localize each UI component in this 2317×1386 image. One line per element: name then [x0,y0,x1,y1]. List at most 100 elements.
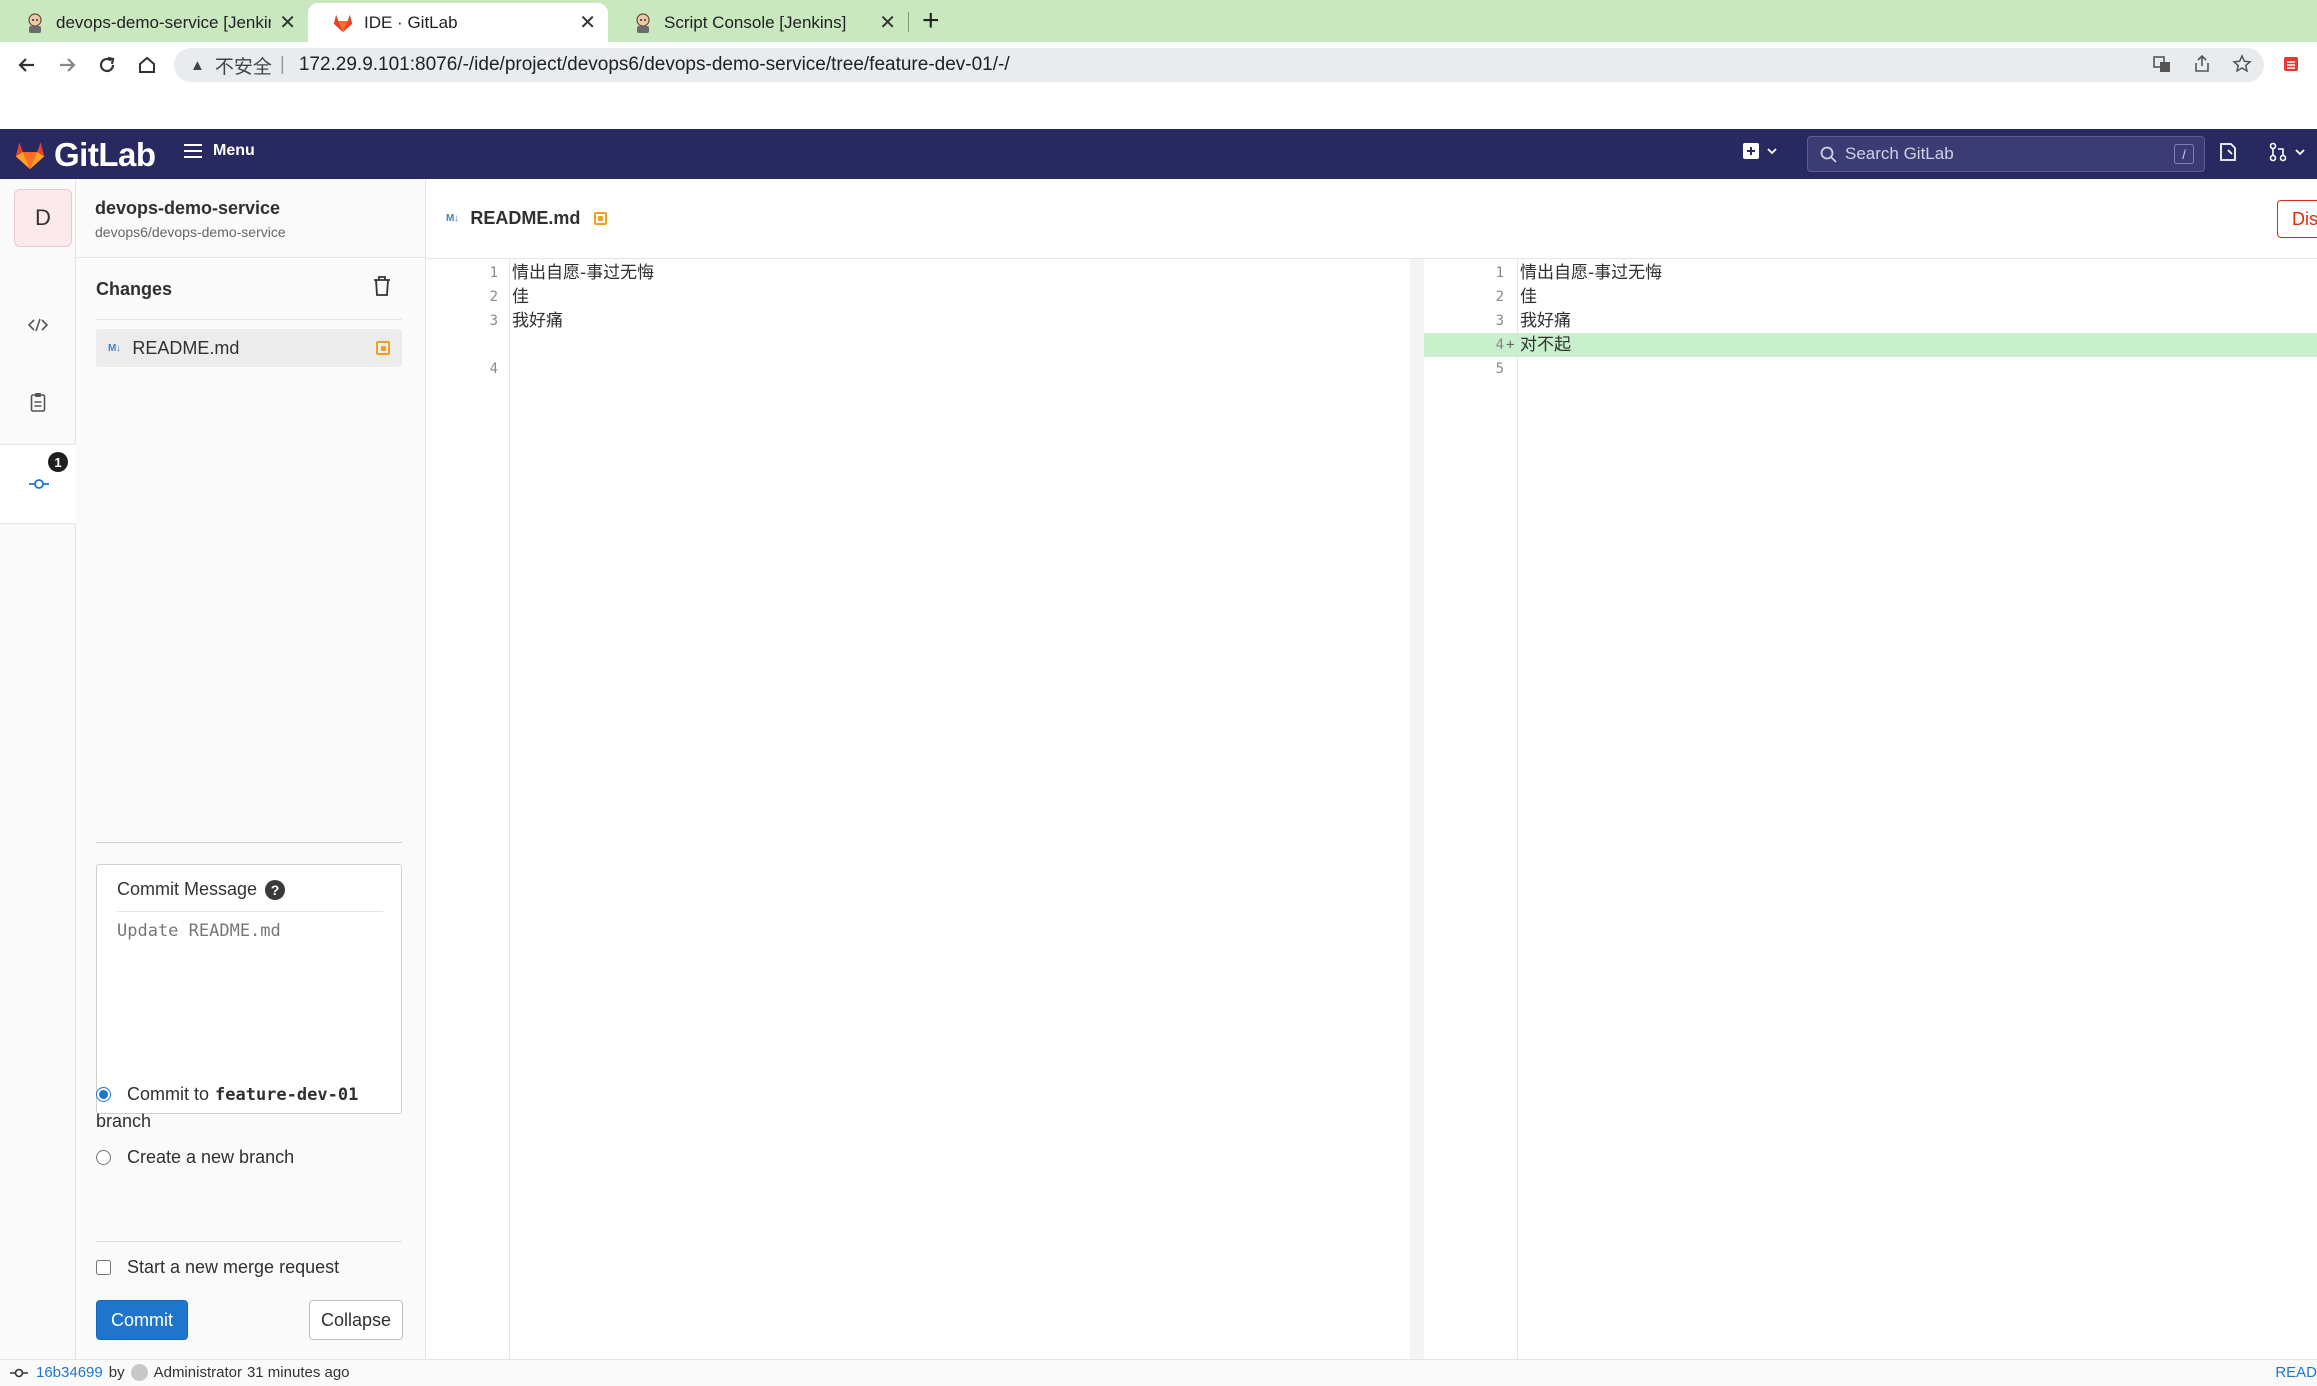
new-tab-button[interactable]: + [922,6,940,36]
code-line: 4 [426,357,1410,381]
security-label: 不安全 [214,56,272,78]
browser-tab-jenkins-service[interactable]: devops-demo-service [Jenkins] ✕ [0,3,308,42]
project-avatar[interactable]: D [14,189,72,247]
code-line: 2 佳 [1424,285,2317,309]
commit-to-branch-radio[interactable] [96,1087,111,1102]
url-text: 172.29.9.101:8076/-/ide/project/devops6/… [298,54,1010,75]
diff-original-pane[interactable]: 1 情出自愿-事过无悔 2 佳 3 我好痛 4 [426,259,1410,1359]
search-placeholder: Search GitLab [1845,144,1954,163]
line-number: 1 [489,265,498,281]
diff-modified-pane[interactable]: 1 情出自愿-事过无悔 2 佳 3 我好痛 4 + 对不起 5 [1410,259,2317,1359]
browser-toolbar: ▲ 不安全 | 172.29.9.101:8076/-/ide/project/… [0,42,2317,88]
gitlab-logo[interactable]: GitLab [12,136,156,174]
commit-mode-button[interactable]: 1 [0,444,77,524]
plus-square-icon [1743,143,1759,159]
merge-request-label: Start a new merge request [127,1257,340,1277]
trash-icon [374,276,390,296]
browser-tab-gitlab-ide[interactable]: IDE · GitLab ✕ [308,3,608,42]
branch-suffix-label: branch [96,1111,152,1131]
gitlab-icon [333,14,353,32]
project-path: devops6/devops-demo-service [95,224,286,240]
commit-to-branch-option[interactable]: Commit to feature-dev-01 [96,1084,358,1105]
close-icon[interactable]: ✕ [279,10,296,35]
main-menu-button[interactable]: Menu [183,142,255,160]
line-number-gutter [1424,259,1518,1359]
author-avatar [130,1364,148,1381]
edit-mode-button[interactable] [0,295,76,355]
ide-activity-bar: D 1 [0,179,77,1359]
address-bar[interactable]: ▲ 不安全 | 172.29.9.101:8076/-/ide/project/… [174,48,2264,82]
code-line: 2 佳 [426,285,1410,309]
merge-request-icon [2269,142,2287,162]
merge-request-checkbox[interactable] [96,1260,111,1275]
line-number: 2 [489,289,498,305]
search-icon [1820,146,1837,163]
new-branch-radio[interactable] [96,1150,111,1165]
commit-icon [28,479,49,489]
code-line-added: 4 + 对不起 [1424,333,2317,357]
discard-all-button[interactable] [373,275,391,302]
merge-requests-dropdown[interactable] [2268,142,2306,162]
reload-button[interactable] [92,50,122,80]
line-number: 4 [1495,337,1504,353]
editor-tab-label: README.md [470,208,581,228]
editor-tab-readme[interactable]: M↓ README.md [446,208,608,229]
collapse-button[interactable]: Collapse [309,1300,403,1340]
line-number-gutter [426,259,510,1359]
discard-changes-button[interactable]: Discard [2277,200,2317,238]
last-commit-info: 16b34699 by Administrator 31 minutes ago [10,1364,350,1381]
home-button[interactable] [132,50,162,80]
reload-icon [99,56,115,73]
changed-file-name: README.md [132,337,240,358]
changed-file-item[interactable]: M↓ README.md [96,329,402,367]
extension-icon[interactable] [2277,50,2305,78]
code-line: 1 情出自愿-事过无悔 [426,261,1410,285]
line-number: 3 [1495,313,1504,329]
line-text: 情出自愿-事过无悔 [512,263,655,283]
merge-request-option[interactable]: Start a new merge request [96,1257,339,1278]
commit-button[interactable]: Commit [96,1300,188,1340]
tab-separator [908,12,909,32]
line-text: 对不起 [1520,335,1571,355]
tab-title: devops-demo-service [Jenkins] [56,12,272,32]
ide-side-panel: devops-demo-service devops6/devops-demo-… [76,179,426,1359]
commit-by-label: by [108,1364,125,1381]
browser-tab-bar: devops-demo-service [Jenkins] ✕ IDE · Gi… [0,0,2317,42]
editor-tab-strip: M↓ README.md Discard [426,179,2317,259]
divider [96,842,402,843]
review-mode-button[interactable] [0,372,76,432]
warning-icon: ▲ [190,56,205,74]
code-line: 3 我好痛 [426,309,1410,333]
commit-message-label: Commit Message ? [117,879,286,900]
project-name[interactable]: devops-demo-service [95,198,280,219]
question-icon[interactable]: ? [265,879,286,900]
tab-title: Script Console [Jenkins] [664,12,847,32]
forward-button[interactable] [52,50,82,80]
commit-message-box: Commit Message ? [96,864,402,1114]
search-box[interactable]: Search GitLab / [1807,136,2205,172]
commit-sha-link[interactable]: 16b34699 [36,1364,103,1381]
gitlab-wordmark: GitLab [54,136,156,173]
file-modified-icon [376,341,390,355]
divider [96,1241,402,1242]
file-modified-icon [594,212,608,225]
create-new-dropdown[interactable] [1742,142,1778,160]
translate-icon[interactable] [2148,50,2176,78]
commit-icon [10,1368,28,1377]
code-icon [28,318,48,332]
share-icon[interactable] [2188,50,2216,78]
commit-message-input[interactable] [117,921,383,1101]
issues-button[interactable] [2218,142,2238,162]
back-button[interactable] [12,50,42,80]
divider [76,257,426,258]
arrow-left-icon [18,58,34,72]
code-line: 3 我好痛 [1424,309,2317,333]
added-line-marker: + [1506,337,1515,353]
close-icon[interactable]: ✕ [579,10,596,35]
new-branch-option[interactable]: Create a new branch [96,1147,294,1168]
browser-tab-script-console[interactable]: Script Console [Jenkins] ✕ [608,3,908,42]
close-icon[interactable]: ✕ [879,10,896,35]
jenkins-icon [636,12,650,33]
search-shortcut-hint: / [2174,144,2194,164]
star-icon[interactable] [2228,50,2256,78]
